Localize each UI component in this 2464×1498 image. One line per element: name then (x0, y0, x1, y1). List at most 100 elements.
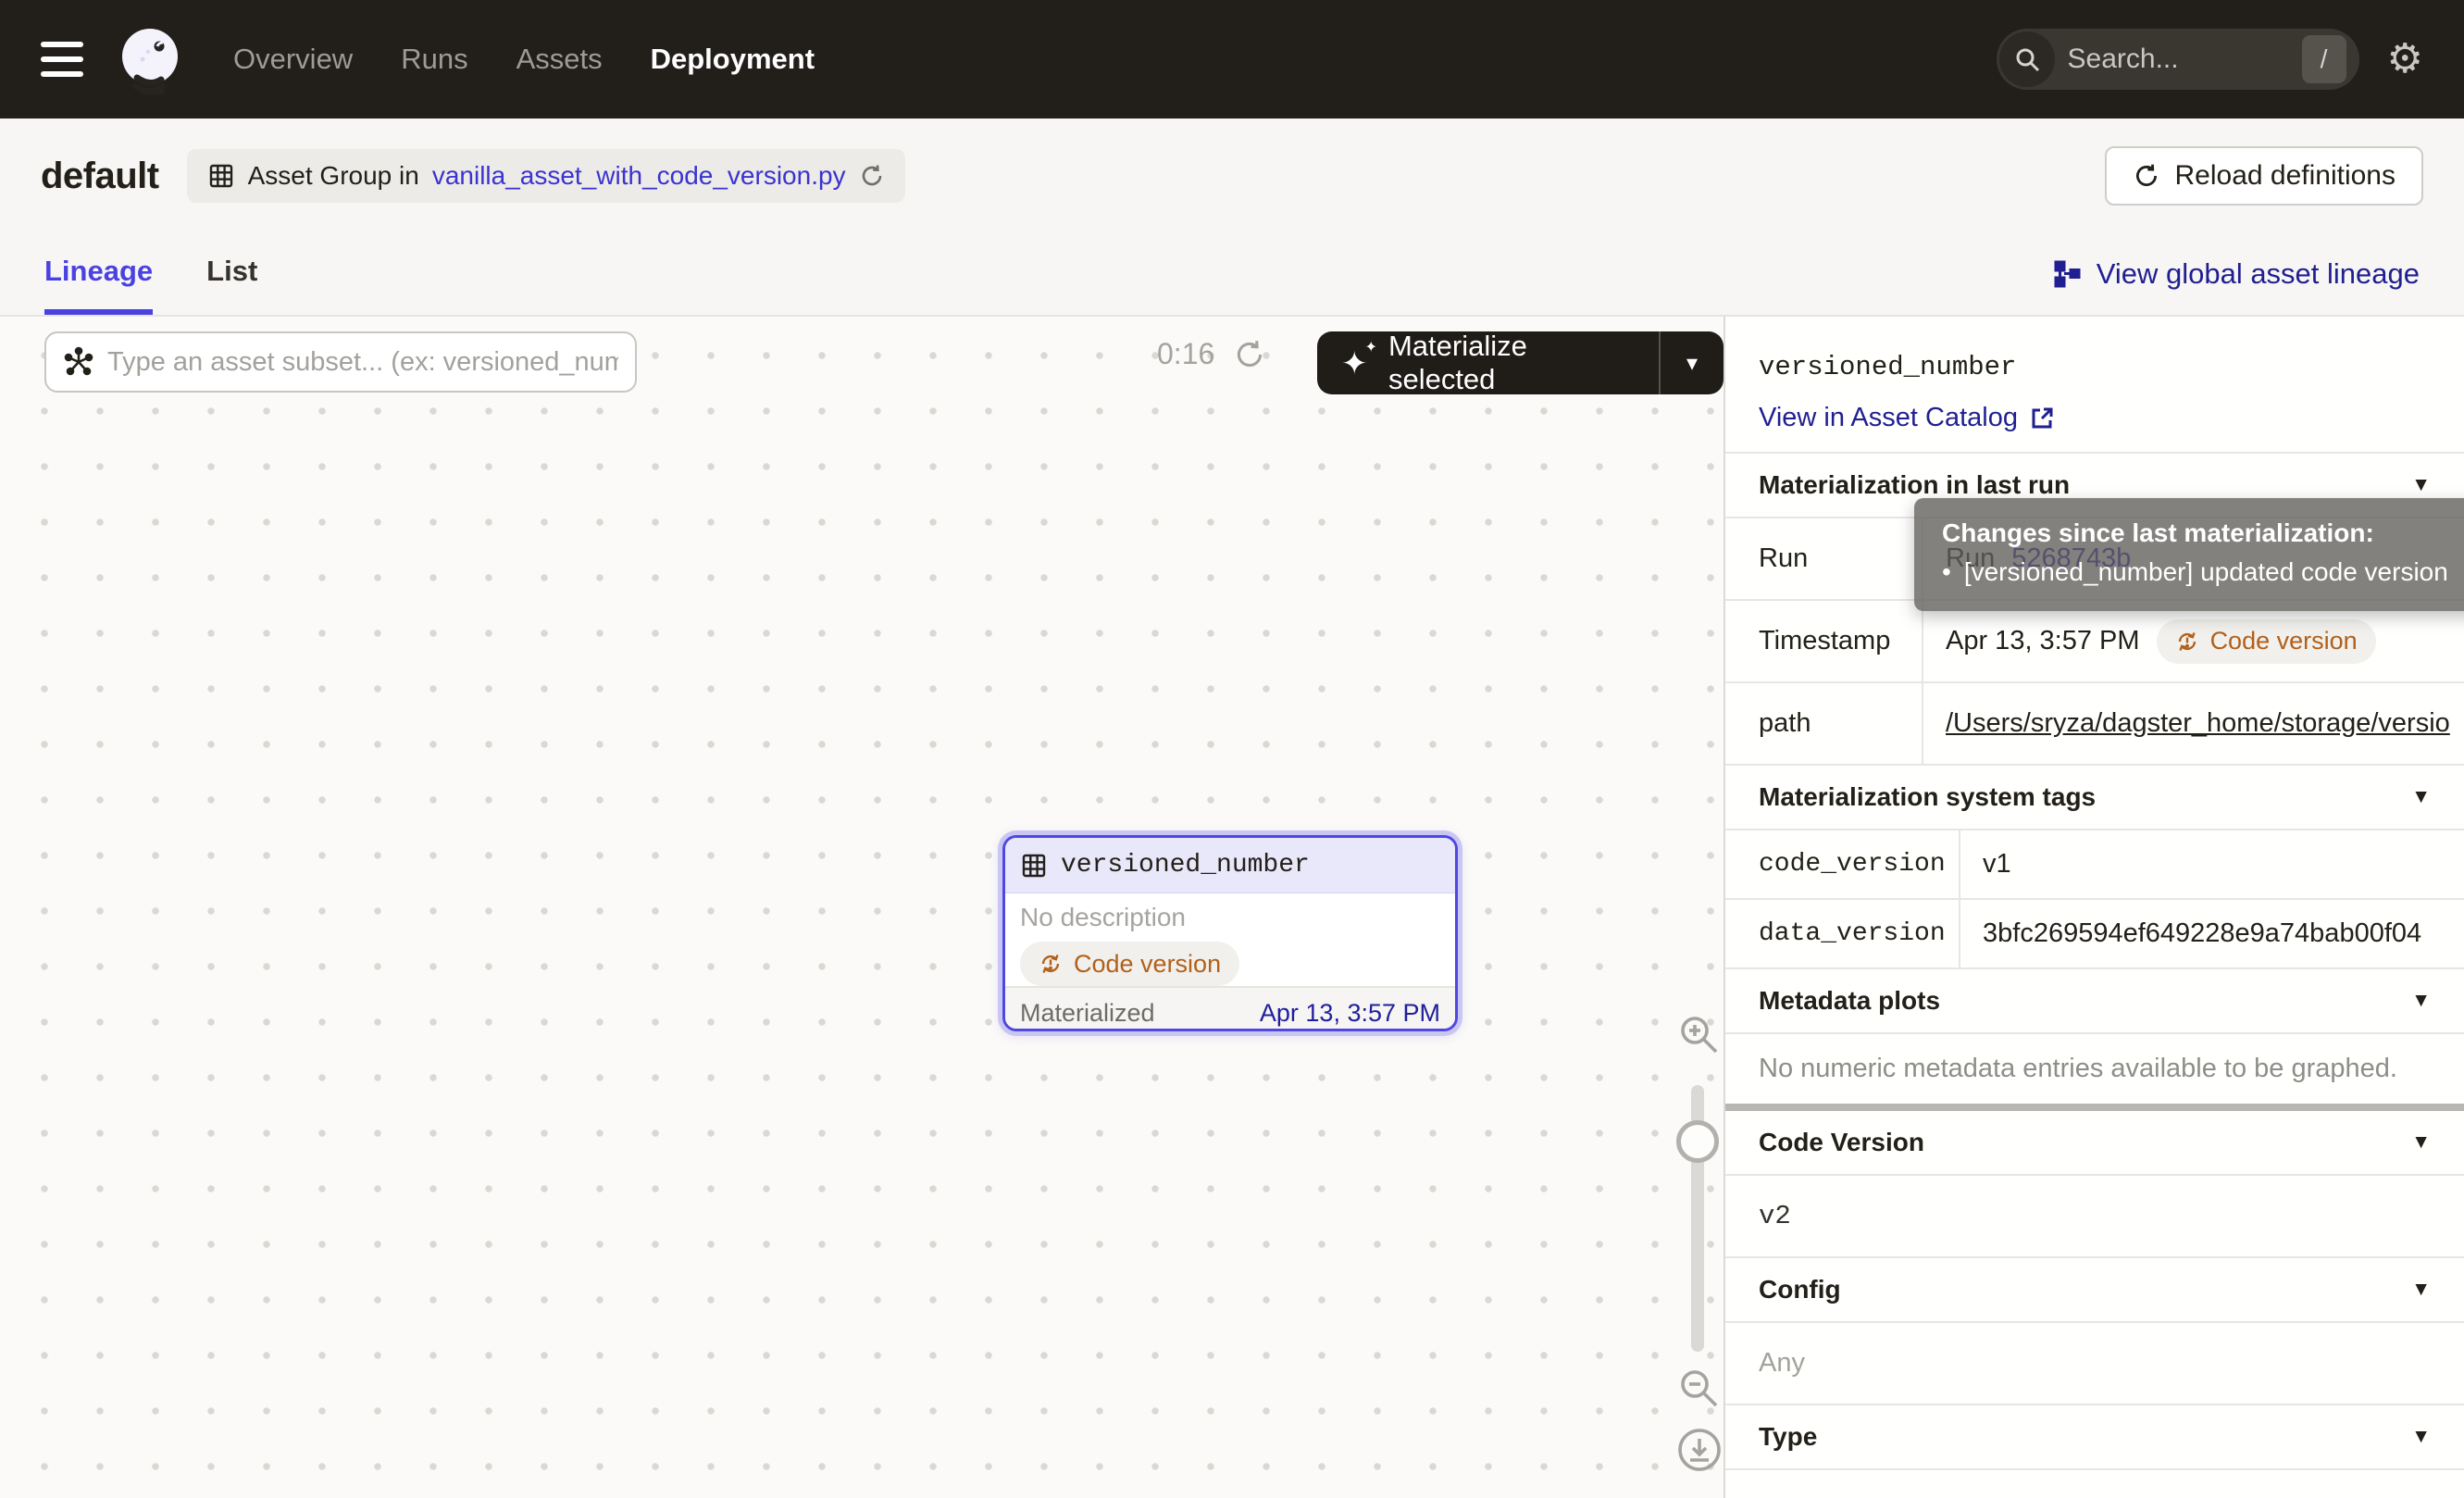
config-value: Any (1759, 1348, 1805, 1379)
tab-list[interactable]: List (206, 233, 257, 315)
materialized-status-label: Materialized (1020, 999, 1155, 1028)
asset-node-header[interactable]: versioned_number (1005, 838, 1455, 893)
lineage-graph-icon (2052, 259, 2082, 289)
panel-asset-summary: versioned_number View in Asset Catalog (1725, 317, 2464, 454)
settings-gear-icon[interactable]: ⚙ (2387, 39, 2423, 80)
chevron-down-icon: ▼ (2411, 1426, 2431, 1448)
config-value-row: Any (1725, 1323, 2464, 1405)
section-type[interactable]: Type ▼ (1725, 1405, 2464, 1470)
section-title: Code Version (1759, 1128, 1924, 1157)
section-title: Materialization system tags (1759, 782, 2096, 812)
dagster-app-window: Overview Runs Assets Deployment / ⚙ defa… (0, 0, 2464, 1498)
code-version-tag-row: code_version v1 (1725, 830, 2464, 900)
tab-lineage[interactable]: Lineage (44, 233, 153, 315)
chevron-down-icon: ▼ (2411, 990, 2431, 1012)
section-title: Config (1759, 1275, 1841, 1305)
timer-value: 0:16 (1157, 337, 1214, 371)
auto-refresh-timer: 0:16 (1157, 337, 1266, 371)
zoom-out-icon[interactable] (1675, 1365, 1722, 1411)
search-icon (1999, 31, 2055, 87)
materialize-selected-button[interactable]: ✦✦ Materialize selected ▾ (1317, 331, 1724, 394)
timestamp-row: Timestamp Apr 13, 3:57 PM Code version (1725, 601, 2464, 683)
top-nav-bar: Overview Runs Assets Deployment / ⚙ (0, 0, 2464, 119)
lineage-canvas[interactable]: 0:16 ✦✦ Materialize selected ▾ (0, 317, 1725, 1498)
code-version-badge[interactable]: Code version (1020, 942, 1239, 986)
asset-details-panel: versioned_number View in Asset Catalog M… (1725, 317, 2464, 1498)
zoom-in-icon[interactable] (1675, 1011, 1722, 1057)
tooltip-bullet: • (1942, 557, 1951, 587)
asset-subset-input[interactable] (107, 347, 618, 378)
section-title: Metadata plots (1759, 986, 1940, 1016)
global-search[interactable]: / (1997, 29, 2359, 90)
section-metadata-plots[interactable]: Metadata plots ▼ (1725, 969, 2464, 1034)
view-in-asset-catalog-label: View in Asset Catalog (1759, 403, 2018, 433)
materialize-selected-label: Materialize selected (1388, 330, 1635, 396)
run-label: Run (1725, 518, 1923, 599)
primary-nav: Overview Runs Assets Deployment (233, 43, 815, 76)
tooltip-item-text: [versioned_number] updated code version (1964, 557, 2448, 587)
chevron-down-icon: ▼ (2411, 1131, 2431, 1154)
asset-node-body: No description Code version (1005, 893, 1455, 986)
code-version-changed-icon (2175, 630, 2199, 654)
section-title: Materialization in last run (1759, 470, 2070, 500)
path-row: path /Users/sryza/dagster_home/storage/v… (1725, 683, 2464, 766)
external-link-icon (2029, 406, 2055, 431)
refresh-timer-icon[interactable] (1233, 338, 1266, 371)
view-global-asset-lineage-label: View global asset lineage (2097, 257, 2420, 291)
page-title: default (41, 156, 159, 197)
timestamp-value: Apr 13, 3:57 PM (1946, 626, 2140, 656)
materialized-timestamp-link[interactable]: Apr 13, 3:57 PM (1260, 999, 1440, 1028)
view-tabs: Lineage List View global asset lineage (0, 233, 2464, 317)
data-version-tag-value: 3bfc269594ef649228e9a74bab00f04 (1983, 918, 2421, 949)
code-version-changed-icon (1039, 952, 1063, 976)
reload-definitions-button[interactable]: Reload definitions (2105, 146, 2424, 206)
refresh-icon[interactable] (859, 163, 885, 189)
tooltip-title: Changes since last materialization: (1942, 518, 2464, 548)
code-version-value-row: v2 (1725, 1176, 2464, 1258)
timestamp-label: Timestamp (1725, 601, 1923, 681)
path-value-link[interactable]: /Users/sryza/dagster_home/storage/versio (1946, 708, 2450, 739)
reload-icon (2133, 162, 2160, 190)
nav-item-deployment[interactable]: Deployment (651, 43, 815, 76)
section-materialization-system-tags[interactable]: Materialization system tags ▼ (1725, 766, 2464, 830)
sparkle-icon: ✦✦ (1341, 344, 1374, 381)
section-title: Type (1759, 1422, 1817, 1452)
asset-node-versioned-number[interactable]: versioned_number No description Code ver… (998, 830, 1462, 1036)
asset-group-grid-icon (207, 162, 235, 190)
chevron-down-icon: ▼ (2411, 1279, 2431, 1301)
asset-subset-filter[interactable] (44, 331, 637, 393)
view-in-asset-catalog-link[interactable]: View in Asset Catalog (1759, 403, 2055, 433)
asset-node-description: No description (1020, 903, 1440, 932)
view-global-asset-lineage-link[interactable]: View global asset lineage (2052, 233, 2420, 315)
section-config[interactable]: Config ▼ (1725, 1258, 2464, 1323)
code-version-badge-label: Code version (1074, 950, 1221, 979)
breadcrumb-prefix: Asset Group in (248, 161, 419, 191)
panel-asset-name: versioned_number (1759, 352, 2431, 382)
chevron-down-icon: ▼ (2411, 786, 2431, 808)
search-input[interactable] (2055, 44, 2302, 75)
timestamp-code-version-badge[interactable]: Code version (2157, 619, 2376, 664)
zoom-slider-handle[interactable] (1676, 1120, 1719, 1163)
materialize-dropdown-button[interactable]: ▾ (1659, 331, 1724, 394)
asset-node-title: versioned_number (1061, 851, 1310, 880)
hamburger-menu-icon[interactable] (41, 42, 83, 77)
chevron-down-icon: ▼ (2411, 474, 2431, 496)
section-code-version[interactable]: Code Version ▼ (1725, 1111, 2464, 1176)
main-content: 0:16 ✦✦ Materialize selected ▾ (0, 317, 2464, 1498)
page-header: default Asset Group in vanilla_asset_wit… (0, 119, 2464, 233)
asset-graph-icon (63, 346, 94, 378)
changes-tooltip: Changes since last materialization: • [v… (1914, 498, 2464, 611)
nav-item-overview[interactable]: Overview (233, 43, 353, 76)
asset-table-icon (1020, 852, 1048, 880)
dagster-logo-icon[interactable] (115, 24, 185, 94)
nav-item-assets[interactable]: Assets (516, 43, 603, 76)
code-version-tag-value: v1 (1983, 849, 2011, 880)
code-version-tag-key: code_version (1725, 830, 1960, 898)
nav-item-runs[interactable]: Runs (401, 43, 467, 76)
breadcrumb-file-link[interactable]: vanilla_asset_with_code_version.py (432, 161, 846, 191)
download-view-icon[interactable] (1675, 1426, 1724, 1474)
badge-label: Code version (2210, 627, 2358, 655)
data-version-tag-key: data_version (1725, 900, 1960, 967)
path-label: path (1725, 683, 1923, 764)
breadcrumb: Asset Group in vanilla_asset_with_code_v… (187, 149, 905, 203)
